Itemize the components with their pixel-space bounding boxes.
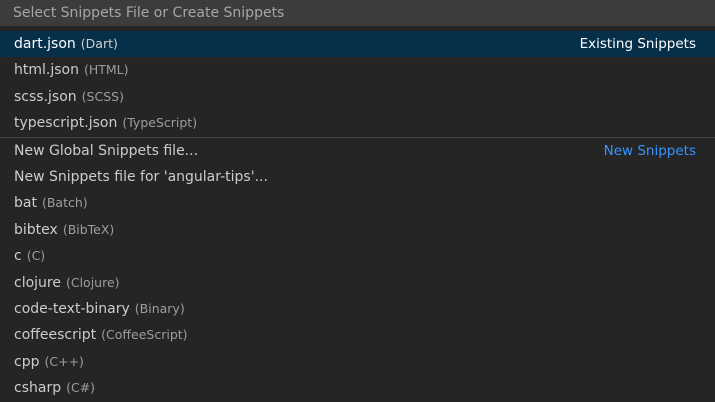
group-label-new-snippets: New Snippets bbox=[603, 142, 696, 159]
list-item-typescript-json[interactable]: typescript.json (TypeScript) bbox=[0, 110, 715, 136]
item-label: clojure bbox=[14, 274, 61, 291]
list-item-code-text-binary[interactable]: code-text-binary (Binary) bbox=[0, 296, 715, 322]
list-item-bibtex[interactable]: bibtex (BibTeX) bbox=[0, 217, 715, 243]
list-item-bat[interactable]: bat (Batch) bbox=[0, 190, 715, 216]
list-item-cpp[interactable]: cpp (C++) bbox=[0, 349, 715, 375]
list-item-coffeescript[interactable]: coffeescript (CoffeeScript) bbox=[0, 322, 715, 348]
item-label: c bbox=[14, 248, 22, 265]
item-description: (Batch) bbox=[41, 195, 88, 211]
item-description: (TypeScript) bbox=[122, 115, 198, 131]
item-description: (Dart) bbox=[80, 36, 118, 51]
item-description: (SCSS) bbox=[81, 88, 124, 104]
item-description: (C++) bbox=[44, 353, 84, 369]
item-description: (C) bbox=[26, 248, 46, 264]
quick-pick-input[interactable] bbox=[5, 0, 710, 26]
item-label: cpp bbox=[14, 353, 40, 370]
quick-pick-input-box[interactable] bbox=[0, 0, 715, 26]
list-item-csharp[interactable]: csharp (C#) bbox=[0, 375, 715, 401]
list-item-html-json[interactable]: html.json (HTML) bbox=[0, 57, 715, 83]
quick-pick-list: dart.json (Dart) Existing Snippets html.j… bbox=[0, 31, 715, 401]
item-label: bat bbox=[14, 195, 37, 212]
quick-pick: dart.json (Dart) Existing Snippets html.j… bbox=[0, 0, 715, 402]
item-label: html.json bbox=[14, 62, 79, 79]
list-item-new-global-snippets[interactable]: New Global Snippets file... New Snippets bbox=[0, 136, 715, 164]
item-description: (HTML) bbox=[83, 62, 129, 78]
list-item-new-snippets-for-folder[interactable]: New Snippets file for 'angular-tips'... bbox=[0, 164, 715, 190]
item-label: New Global Snippets file... bbox=[14, 142, 199, 159]
item-label: coffeescript bbox=[14, 327, 97, 344]
item-description: (Binary) bbox=[134, 300, 185, 316]
item-label: dart.json bbox=[14, 36, 76, 52]
list-item-scss-json[interactable]: scss.json (SCSS) bbox=[0, 84, 715, 110]
item-description: (Clojure) bbox=[65, 274, 120, 290]
item-description: (BibTeX) bbox=[62, 221, 115, 237]
list-item-c[interactable]: c (C) bbox=[0, 243, 715, 269]
item-description: (C#) bbox=[66, 380, 96, 396]
item-label: bibtex bbox=[14, 221, 58, 238]
item-label: typescript.json bbox=[14, 115, 118, 132]
item-description: (CoffeeScript) bbox=[101, 327, 188, 343]
group-label-existing-snippets: Existing Snippets bbox=[579, 36, 696, 52]
item-label: code-text-binary bbox=[14, 300, 130, 317]
list-item-dart-json[interactable]: dart.json (Dart) Existing Snippets bbox=[0, 31, 715, 58]
item-label: scss.json bbox=[14, 88, 77, 105]
item-label: csharp bbox=[14, 380, 62, 397]
list-item-clojure[interactable]: clojure (Clojure) bbox=[0, 270, 715, 296]
item-label: New Snippets file for 'angular-tips'... bbox=[14, 168, 268, 185]
